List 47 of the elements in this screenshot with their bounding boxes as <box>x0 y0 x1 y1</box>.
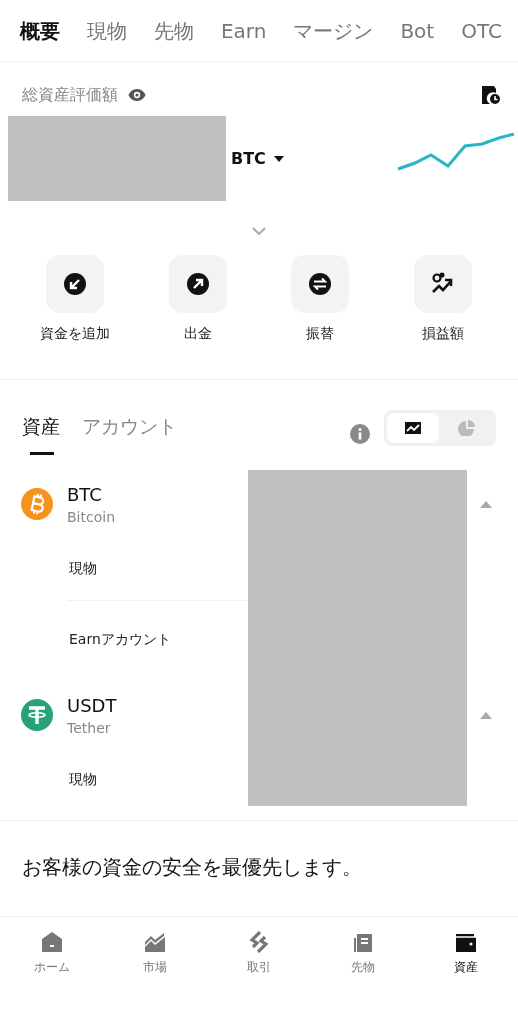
coin-symbol: BTC <box>67 483 103 505</box>
action-button[interactable] <box>46 255 105 313</box>
total-assets-label: 総資産評価額 <box>22 84 118 106</box>
action-label: 資金を追加 <box>40 325 111 343</box>
transfer-icon <box>308 272 333 296</box>
tab[interactable]: Earn <box>220 18 267 43</box>
nav-tab[interactable]: 取引 <box>209 931 309 976</box>
market-chart-icon <box>144 931 167 953</box>
tab[interactable]: 現物 <box>87 18 127 43</box>
document-icon <box>351 931 374 953</box>
account-name[interactable]: 現物 <box>69 560 97 578</box>
account-name[interactable]: Earnアカウント <box>69 631 171 649</box>
wallet-icon <box>455 931 478 953</box>
action-button[interactable] <box>168 255 227 313</box>
withdraw-icon <box>185 272 210 296</box>
tab[interactable]: OTC <box>461 18 502 43</box>
action-label: 振替 <box>306 325 335 343</box>
trade-icon <box>248 931 270 953</box>
caret-icon <box>273 155 284 162</box>
pie-chart-icon <box>458 420 476 436</box>
tab[interactable]: 概要 <box>20 18 60 43</box>
nav-tab[interactable]: 資産 <box>416 931 517 976</box>
coin-name: Tether <box>67 719 112 736</box>
nav-tab[interactable]: ホーム <box>1 931 102 976</box>
action-label: 出金 <box>183 325 212 343</box>
action-button[interactable] <box>291 255 350 313</box>
tab[interactable]: 資産 <box>22 413 60 455</box>
history-icon[interactable] <box>480 85 500 105</box>
tab[interactable]: マージン <box>293 18 374 43</box>
home-icon <box>40 931 63 953</box>
account-name[interactable]: 現物 <box>69 771 97 789</box>
nav-tab[interactable]: 先物 <box>312 931 413 976</box>
tab[interactable]: Bot <box>400 18 435 43</box>
nav-tab[interactable]: 市場 <box>105 931 206 976</box>
deposit-icon <box>63 272 88 296</box>
tab[interactable]: 先物 <box>153 18 194 43</box>
view-toggle-button[interactable] <box>387 413 439 443</box>
line-chart-icon <box>404 420 422 436</box>
action-label: 損益額 <box>421 325 464 343</box>
banner-text: お客様の資金の安全を最優先します。 <box>0 821 518 917</box>
coin-name: Bitcoin <box>67 508 115 525</box>
coin-symbol: USDT <box>67 694 117 716</box>
currency-selector[interactable]: BTC <box>231 149 284 168</box>
eye-icon[interactable] <box>128 89 146 101</box>
action-button[interactable] <box>413 255 472 313</box>
tab[interactable]: アカウント <box>82 413 177 455</box>
info-icon[interactable] <box>350 424 370 444</box>
